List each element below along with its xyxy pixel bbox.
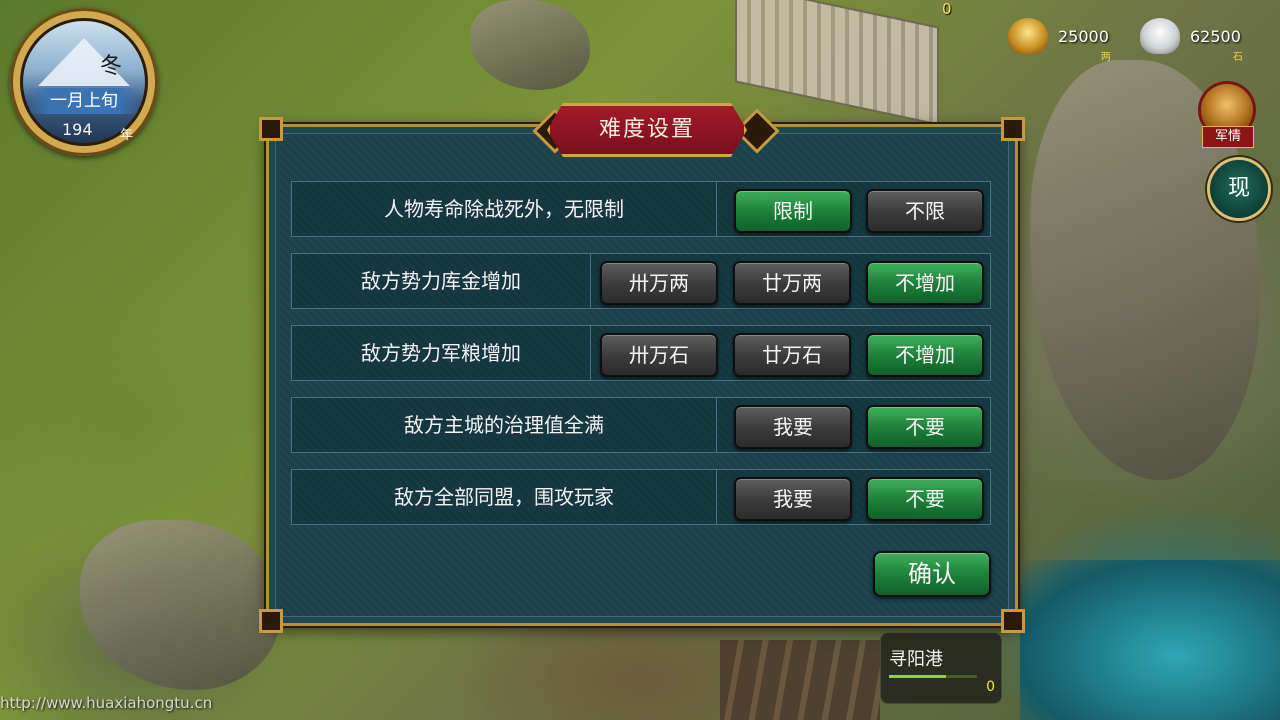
rice-unit: 石: [1232, 52, 1243, 63]
option-no-increase-grain-button[interactable]: 不增加: [866, 333, 984, 377]
city-name: 寻阳港: [889, 649, 943, 670]
city-progress-bar: [889, 675, 977, 678]
confirm-button[interactable]: 确认: [873, 551, 991, 597]
month-period-label: 一月上旬: [28, 88, 140, 114]
option-300k-gold-button[interactable]: 卅万两: [600, 261, 718, 305]
city-progress-fill: [889, 675, 947, 678]
corner-ornament: [1001, 609, 1025, 633]
setting-label: 敌方全部同盟，围攻玩家: [292, 470, 717, 524]
option-no-increase-gold-button[interactable]: 不增加: [866, 261, 984, 305]
town-buildings: [720, 640, 880, 720]
gold-value: 25000: [1058, 26, 1109, 46]
setting-label: 敌方势力库金增加: [292, 254, 591, 308]
military-intel-label: 军情: [1202, 126, 1254, 148]
season-dial: 冬 一月上旬 194 年: [10, 8, 158, 156]
watermark-url: http://www.huaxiahongtu.cn: [0, 694, 213, 712]
corner-ornament: [259, 609, 283, 633]
option-300k-grain-button[interactable]: 卅万石: [600, 333, 718, 377]
city-panel[interactable]: 寻阳港 0: [880, 632, 1002, 704]
option-200k-grain-button[interactable]: 廿万石: [733, 333, 851, 377]
option-200k-gold-button[interactable]: 廿万两: [733, 261, 851, 305]
option-dont-want-button[interactable]: 不要: [866, 405, 984, 449]
rice-value: 62500: [1190, 26, 1241, 46]
setting-label: 人物寿命除战死外，无限制: [292, 182, 717, 236]
setting-row-enemy-grain: 敌方势力军粮增加 卅万石 廿万石 不增加: [291, 325, 991, 381]
setting-label: 敌方势力军粮增加: [292, 326, 591, 380]
setting-row-enemy-governance: 敌方主城的治理值全满 我要 不要: [291, 397, 991, 453]
year-unit: 年: [120, 128, 134, 143]
great-wall-fortress: [735, 0, 939, 126]
dialog-title-plate: 难度设置: [547, 103, 747, 157]
option-dont-want-button[interactable]: 不要: [866, 477, 984, 521]
setting-label: 敌方主城的治理值全满: [292, 398, 717, 452]
option-want-button[interactable]: 我要: [734, 477, 852, 521]
map-cliff: [470, 0, 590, 90]
gold-unit: 两: [1100, 52, 1111, 63]
map-cliff: [80, 520, 280, 690]
corner-ornament: [1001, 117, 1025, 141]
option-limit-button[interactable]: 限制: [734, 189, 852, 233]
rice-resource: 62500 石: [1140, 18, 1243, 63]
setting-row-enemy-alliance: 敌方全部同盟，围攻玩家 我要 不要: [291, 469, 991, 525]
gold-icon: [1008, 18, 1048, 54]
gold-resource: 25000 两: [1008, 18, 1111, 63]
year-value: 194: [62, 120, 93, 139]
military-intel-button[interactable]: 军情: [1198, 84, 1256, 150]
option-unlimited-button[interactable]: 不限: [866, 189, 984, 233]
show-button[interactable]: 现: [1210, 160, 1268, 218]
map-counter: 0: [942, 0, 952, 18]
rice-icon: [1140, 18, 1180, 54]
city-value: 0: [986, 679, 995, 695]
setting-row-enemy-gold: 敌方势力库金增加 卅万两 廿万两 不增加: [291, 253, 991, 309]
option-want-button[interactable]: 我要: [734, 405, 852, 449]
season-label: 冬: [99, 54, 122, 79]
corner-ornament: [259, 117, 283, 141]
difficulty-dialog: 难度设置 人物寿命除战死外，无限制 限制 不限 敌方势力库金增加 卅万两 廿万两…: [259, 103, 1025, 633]
map-water: [1020, 560, 1280, 720]
dialog-title: 难度设置: [598, 117, 695, 142]
setting-row-lifespan: 人物寿命除战死外，无限制 限制 不限: [291, 181, 991, 237]
